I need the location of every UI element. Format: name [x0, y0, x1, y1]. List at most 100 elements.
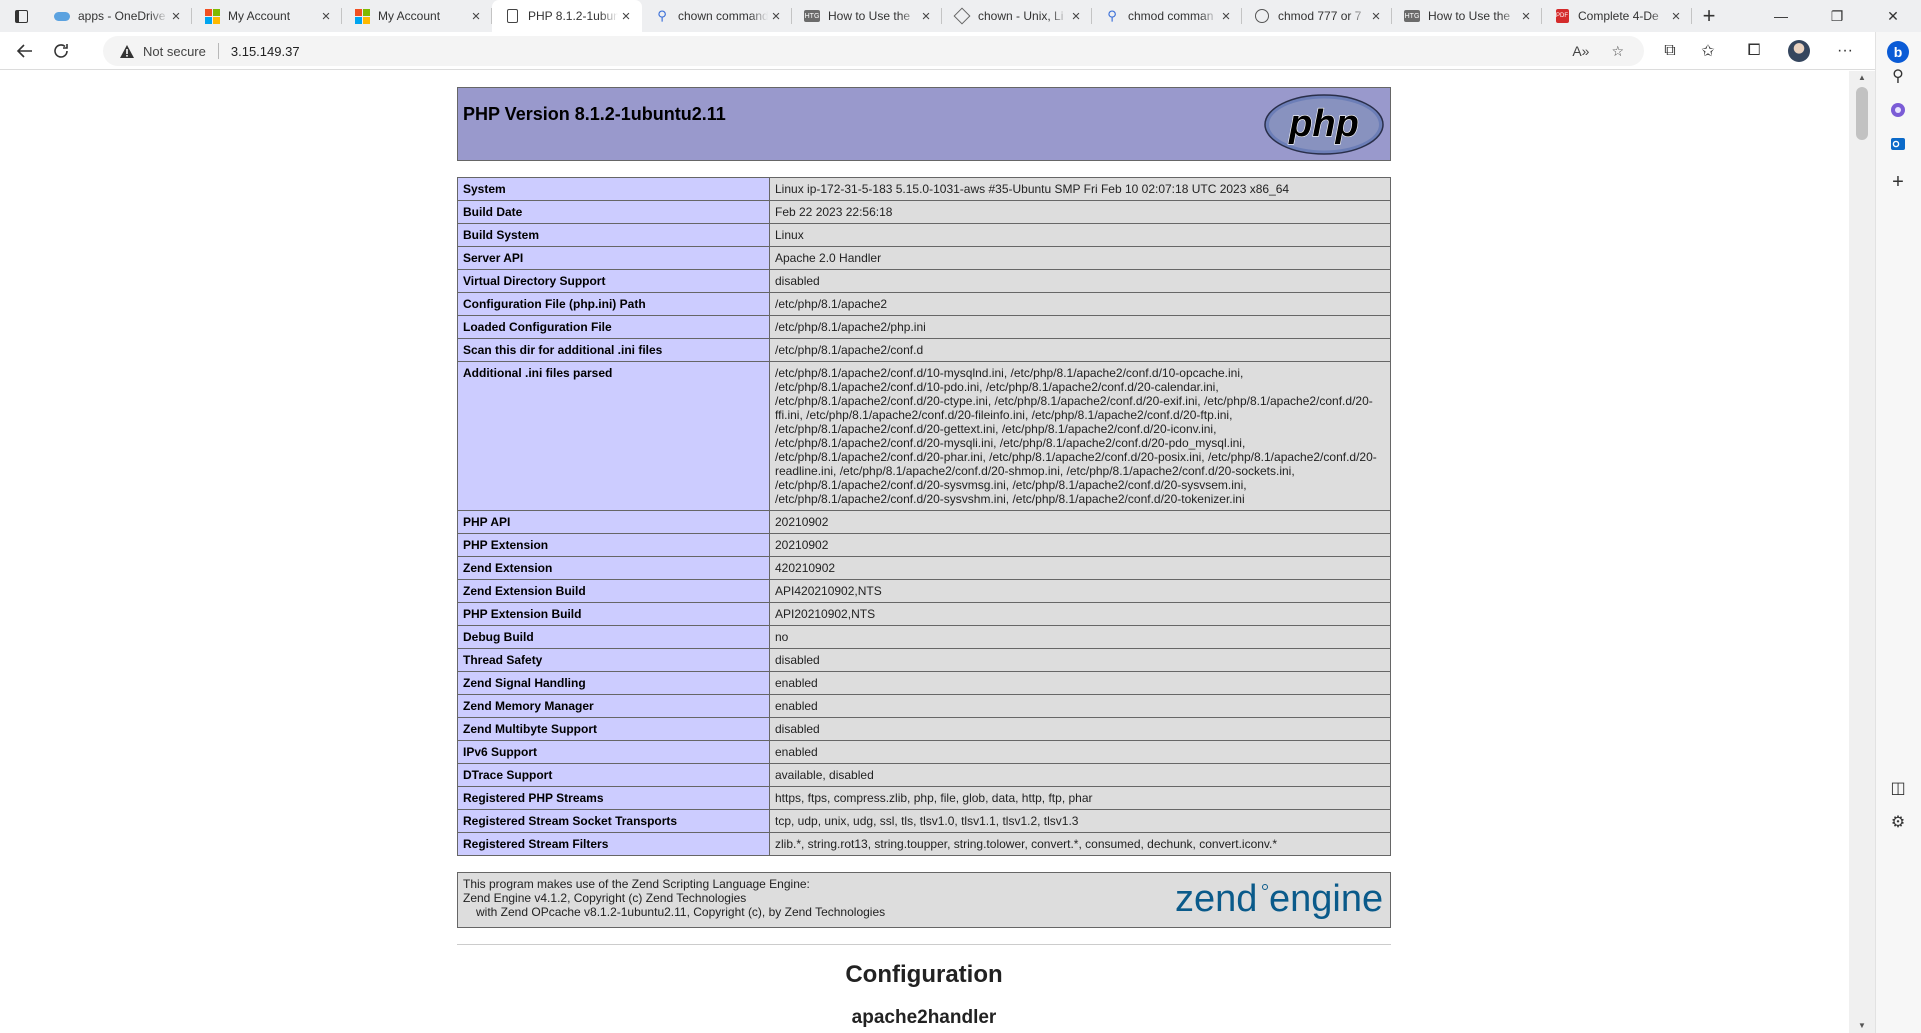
- row-label: Zend Extension: [457, 556, 770, 580]
- row-value: Linux ip-172-31-5-183 5.15.0-1031-aws #3…: [769, 177, 1391, 201]
- tab-close-icon[interactable]: ×: [1368, 8, 1384, 25]
- close-window-button[interactable]: ✕: [1865, 0, 1921, 32]
- tab-3[interactable]: My Account ×: [342, 0, 492, 32]
- tab-title: How to Use the: [1428, 9, 1511, 23]
- row-label: Configuration File (php.ini) Path: [457, 292, 770, 316]
- row-value: disabled: [769, 648, 1391, 672]
- tab-close-icon[interactable]: ×: [1068, 8, 1084, 25]
- search-icon: ⚲: [1892, 68, 1904, 85]
- tab-title: My Account: [378, 9, 441, 23]
- row-value: no: [769, 625, 1391, 649]
- tab-4[interactable]: PHP 8.1.2-1ubuntu2.11×: [492, 0, 642, 32]
- security-label[interactable]: Not secure: [143, 44, 206, 59]
- row-label: IPv6 Support: [457, 740, 770, 764]
- new-tab-button[interactable]: +: [1692, 0, 1726, 32]
- table-row: Registered Stream Filters zlib.*, string.…: [457, 832, 1391, 856]
- phpinfo-container: PHP Version 8.1.2-1ubuntu2.11 php System…: [457, 87, 1391, 1029]
- back-button[interactable]: [10, 36, 40, 66]
- settings-menu-button[interactable]: ···: [1830, 36, 1860, 66]
- search-icon: ⚲: [657, 8, 667, 23]
- bing-icon: b: [1887, 41, 1909, 63]
- table-row: Zend Multibyte Support disabled: [457, 717, 1391, 741]
- tab-close-icon[interactable]: ×: [768, 8, 784, 25]
- tab-close-icon[interactable]: ×: [918, 8, 934, 25]
- edge-sidebar: b ⚲ + ◫ ⚙: [1875, 32, 1921, 1033]
- scrollbar-thumb[interactable]: [1856, 87, 1868, 140]
- refresh-button[interactable]: [46, 36, 76, 66]
- tab-actions-icon: [14, 9, 28, 23]
- row-value: https, ftps, compress.zlib, php, file, g…: [769, 786, 1391, 810]
- tab-title: My Account: [228, 9, 291, 23]
- tab-close-icon[interactable]: ×: [1218, 8, 1234, 25]
- microsoft-logo-icon: [204, 8, 220, 24]
- configuration-heading: Configuration: [845, 961, 1003, 988]
- table-row: Build Date Feb 22 2023 22:56:18: [457, 200, 1391, 224]
- search-icon: ⚲: [1107, 8, 1117, 23]
- tab-10[interactable]: HTG How to Use the ×: [1392, 0, 1542, 32]
- table-row: Loaded Configuration File/etc/php/8.1/ap…: [457, 315, 1391, 339]
- row-value: 420210902: [769, 556, 1391, 580]
- plus-icon: +: [1892, 170, 1904, 193]
- table-row: Debug Build no: [457, 625, 1391, 649]
- collections-button[interactable]: ⧠: [1739, 36, 1769, 66]
- restore-button[interactable]: ❐: [1809, 0, 1865, 32]
- sidebar-hide-button[interactable]: ◫: [1884, 774, 1912, 802]
- tab-close-icon[interactable]: ×: [168, 8, 184, 25]
- extensions-button[interactable]: ⧉: [1655, 36, 1685, 66]
- sidebar-settings-button[interactable]: ⚙: [1884, 808, 1912, 836]
- page-scrollbar[interactable]: ▲ ▼: [1849, 71, 1875, 1033]
- tab-5[interactable]: ⚲ chown command ×: [642, 0, 792, 32]
- tab-close-icon[interactable]: ×: [618, 8, 634, 25]
- sidebar-copilot-button[interactable]: [1884, 96, 1912, 124]
- minimize-button[interactable]: —: [1753, 0, 1809, 32]
- tab-close-icon[interactable]: ×: [468, 8, 484, 25]
- tab-actions-menu-button[interactable]: [0, 0, 42, 32]
- profile-button[interactable]: [1784, 36, 1814, 66]
- not-secure-warning-icon[interactable]: [119, 43, 135, 59]
- row-value: disabled: [769, 269, 1391, 293]
- onedrive-cloud-icon: [54, 8, 70, 24]
- tab-close-icon[interactable]: ×: [1518, 8, 1534, 25]
- sidebar-search-button[interactable]: ⚲: [1884, 62, 1912, 90]
- svg-text:zend: zend: [1175, 878, 1257, 920]
- tab-8[interactable]: ⚲ chmod comman ×: [1092, 0, 1242, 32]
- sidebar-add-button[interactable]: +: [1884, 168, 1912, 196]
- tab-2[interactable]: My Account ×: [192, 0, 342, 32]
- tab-close-icon[interactable]: ×: [1668, 8, 1684, 25]
- tab-1[interactable]: apps - OneDrive ×: [42, 0, 192, 32]
- tab-11[interactable]: PDF Complete 4-De ×: [1542, 0, 1692, 32]
- url-text[interactable]: 3.15.149.37: [231, 44, 300, 59]
- scroll-up-arrow-icon[interactable]: ▲: [1849, 71, 1875, 85]
- row-value: Apache 2.0 Handler: [769, 246, 1391, 270]
- zend-copyright-text: This program makes use of the Zend Scrip…: [463, 877, 885, 919]
- row-label: PHP Extension: [457, 533, 770, 557]
- tab-close-icon[interactable]: ×: [318, 8, 334, 25]
- row-value: /etc/php/8.1/apache2/conf.d: [769, 338, 1391, 362]
- row-label: System: [457, 177, 770, 201]
- document-icon: [504, 8, 520, 24]
- row-label: Zend Memory Manager: [457, 694, 770, 718]
- row-label: Registered PHP Streams: [457, 786, 770, 810]
- read-aloud-icon[interactable]: A»: [1572, 43, 1589, 59]
- favorites-button[interactable]: ✩: [1693, 36, 1723, 66]
- site-logo-icon: HTG: [804, 8, 820, 24]
- table-row: Virtual Directory Support disabled: [457, 269, 1391, 293]
- row-value: Linux: [769, 223, 1391, 247]
- address-bar[interactable]: Not secure 3.15.149.37 A» ☆: [103, 36, 1644, 66]
- table-row: Zend Extension Build API420210902,NTS: [457, 579, 1391, 603]
- row-value: enabled: [769, 671, 1391, 695]
- tab-title: How to Use the: [828, 9, 911, 23]
- tab-9[interactable]: chmod 777 or 7 ×: [1242, 0, 1392, 32]
- tab-7[interactable]: chown - Unix, Li ×: [942, 0, 1092, 32]
- diamond-icon: [953, 7, 971, 25]
- tab-title: chmod 777 or 7: [1278, 9, 1362, 23]
- window-controls: — ❐ ✕: [1753, 0, 1921, 32]
- row-label: PHP API: [457, 510, 770, 534]
- sidebar-outlook-button[interactable]: [1884, 130, 1912, 158]
- row-value: zlib.*, string.rot13, string.toupper, st…: [769, 832, 1391, 856]
- tab-6[interactable]: HTG How to Use the ×: [792, 0, 942, 32]
- add-favorite-icon[interactable]: ☆: [1611, 43, 1624, 60]
- row-value: 20210902: [769, 510, 1391, 534]
- row-value: enabled: [769, 740, 1391, 764]
- scroll-down-arrow-icon[interactable]: ▼: [1849, 1019, 1875, 1033]
